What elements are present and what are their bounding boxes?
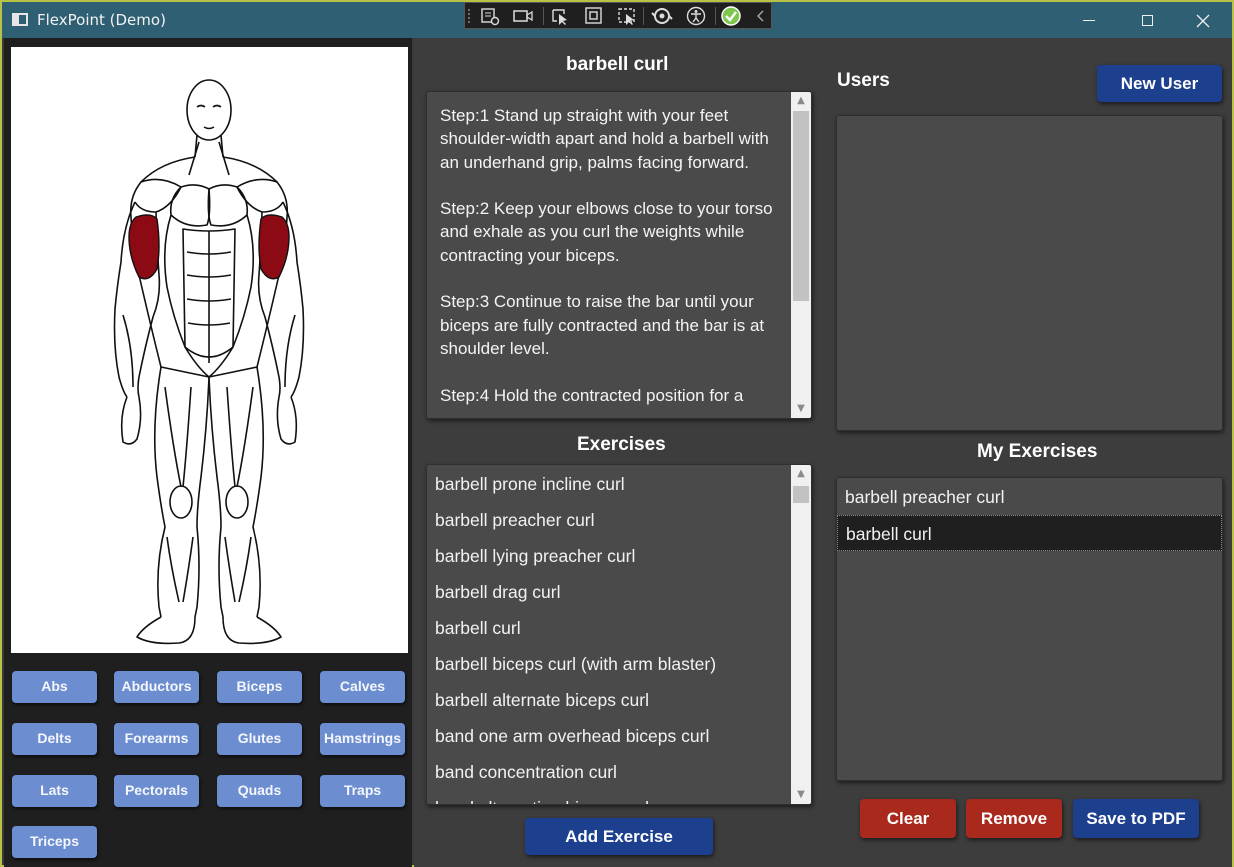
video-icon[interactable] xyxy=(512,6,534,26)
scroll-down-icon[interactable]: ▼ xyxy=(791,400,811,418)
exercise-title: barbell curl xyxy=(566,54,669,75)
list-item[interactable]: barbell lying preacher curl xyxy=(427,538,791,574)
list-item[interactable]: barbell drag curl xyxy=(427,574,791,610)
list-item-selected[interactable]: barbell curl xyxy=(837,515,1222,551)
muscle-button-quads[interactable]: Quads xyxy=(217,775,302,807)
app-window: FlexPoint (Demo) Abs Abductors Biceps Ca… xyxy=(0,0,1234,867)
check-icon[interactable] xyxy=(720,6,742,26)
list-item[interactable]: band concentration curl xyxy=(427,754,791,790)
title-bar[interactable]: FlexPoint (Demo) xyxy=(2,2,1232,38)
muscle-button-hamstrings[interactable]: Hamstrings xyxy=(320,723,405,755)
muscle-button-biceps[interactable]: Biceps xyxy=(217,671,302,703)
muscle-button-delts[interactable]: Delts xyxy=(12,723,97,755)
save-to-pdf-button[interactable]: Save to PDF xyxy=(1073,799,1199,838)
exercises-items: barbell prone incline curl barbell preac… xyxy=(427,466,791,804)
scroll-up-icon[interactable]: ▲ xyxy=(791,92,811,110)
scroll-thumb[interactable] xyxy=(793,486,809,503)
list-item[interactable]: band one arm overhead biceps curl xyxy=(427,718,791,754)
hot-reload-icon[interactable] xyxy=(651,6,673,26)
exercise-description-box[interactable]: Step:1 Stand up straight with your feet … xyxy=(426,91,812,419)
window-title: FlexPoint (Demo) xyxy=(37,11,166,29)
remove-button[interactable]: Remove xyxy=(966,799,1062,838)
list-item[interactable]: band alternating biceps curl xyxy=(427,790,791,804)
muscle-button-abs[interactable]: Abs xyxy=(12,671,97,703)
users-list[interactable] xyxy=(836,115,1223,431)
new-user-button[interactable]: New User xyxy=(1097,65,1222,102)
minimize-button[interactable] xyxy=(1060,2,1118,38)
muscle-button-abductors[interactable]: Abductors xyxy=(114,671,199,703)
muscle-button-lats[interactable]: Lats xyxy=(12,775,97,807)
app-icon xyxy=(12,13,28,26)
scroll-down-icon[interactable]: ▼ xyxy=(791,786,811,804)
users-heading: Users xyxy=(837,70,890,91)
exercise-description: Step:1 Stand up straight with your feet … xyxy=(440,106,773,405)
toolbar-grip-icon[interactable] xyxy=(467,7,473,25)
muscle-button-traps[interactable]: Traps xyxy=(320,775,405,807)
list-item[interactable]: barbell prone incline curl xyxy=(427,466,791,502)
collapse-icon[interactable] xyxy=(750,6,772,26)
list-item[interactable]: barbell preacher curl xyxy=(427,502,791,538)
muscle-button-glutes[interactable]: Glutes xyxy=(217,723,302,755)
list-item[interactable]: barbell alternate biceps curl xyxy=(427,682,791,718)
accessibility-icon[interactable] xyxy=(685,6,707,26)
my-exercises-list[interactable]: barbell preacher curl barbell curl xyxy=(836,477,1223,781)
list-item[interactable]: barbell preacher curl xyxy=(837,479,1222,515)
body-diagram-icon xyxy=(113,79,305,645)
maximize-button[interactable] xyxy=(1118,2,1176,38)
scroll-thumb[interactable] xyxy=(793,111,809,301)
exercises-scrollbar[interactable]: ▲ ▼ xyxy=(791,465,811,804)
pointer-select-icon[interactable] xyxy=(550,6,572,26)
close-icon xyxy=(1196,14,1210,27)
main-area: barbell curl Step:1 Stand up straight wi… xyxy=(414,38,1232,867)
my-exercises-items: barbell preacher curl barbell curl xyxy=(837,479,1222,551)
exercises-list[interactable]: barbell prone incline curl barbell preac… xyxy=(426,464,812,805)
muscle-button-calves[interactable]: Calves xyxy=(320,671,405,703)
muscle-button-pectorals[interactable]: Pectorals xyxy=(114,775,199,807)
layout-adorner-icon[interactable] xyxy=(616,6,638,26)
my-exercises-heading: My Exercises xyxy=(977,441,1098,462)
clear-button[interactable]: Clear xyxy=(860,799,956,838)
description-scrollbar[interactable]: ▲ ▼ xyxy=(791,92,811,418)
debug-toolbar xyxy=(464,2,772,29)
list-item[interactable]: barbell curl xyxy=(427,610,791,646)
close-button[interactable] xyxy=(1174,2,1232,38)
list-item[interactable]: barbell biceps curl (with arm blaster) xyxy=(427,646,791,682)
muscle-button-triceps[interactable]: Triceps xyxy=(12,826,97,858)
muscle-figure[interactable] xyxy=(11,47,408,653)
add-exercise-button[interactable]: Add Exercise xyxy=(525,818,713,855)
exercises-heading: Exercises xyxy=(577,434,666,455)
select-element-icon[interactable] xyxy=(479,6,501,26)
scroll-up-icon[interactable]: ▲ xyxy=(791,465,811,483)
element-bounds-icon[interactable] xyxy=(583,6,605,26)
muscle-button-forearms[interactable]: Forearms xyxy=(114,723,199,755)
muscle-panel: Abs Abductors Biceps Calves Delts Forear… xyxy=(4,38,412,867)
